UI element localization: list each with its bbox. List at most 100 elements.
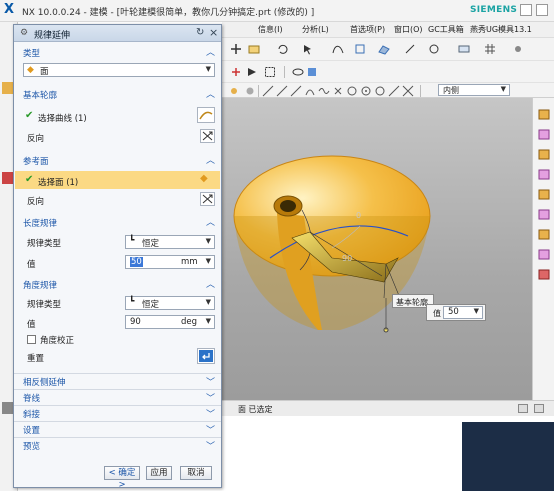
length-value-input[interactable]: 50 mm ▼ [125,255,215,269]
angle-law-type-select[interactable]: ┗ 恒定 ▼ [125,296,215,310]
angle-correction-checkbox[interactable] [27,335,36,344]
status-icon[interactable] [518,404,528,413]
menu-gc-toolbox[interactable]: GC工具箱 [428,24,464,35]
face-reverse-button[interactable] [200,192,215,206]
circle-icon[interactable] [346,85,358,97]
line-icon[interactable] [262,85,274,97]
menu-analysis[interactable]: 分析(L) [302,24,329,35]
menu-preferences[interactable]: 首选项(P) [350,24,385,35]
open-icon[interactable] [248,43,260,55]
angle-correction-label: 角度校正 [40,336,75,346]
face-icon[interactable]: ◆ [200,173,208,184]
angle-law-header[interactable]: 角度规律 ︿ [14,277,221,292]
menu-window[interactable]: 窗口(O) [394,24,423,35]
base-profile-label: 基本轮廓 [23,91,58,101]
line-icon[interactable] [290,85,302,97]
arrow-icon[interactable] [246,66,258,78]
view-cube-icon[interactable] [538,268,551,280]
reset-dialog-icon[interactable]: ↻ [196,27,204,38]
snap-point-icon[interactable] [228,85,240,97]
view-cube-icon[interactable] [538,108,551,120]
type-select[interactable]: ◆ 面 ▼ [23,63,215,77]
view-cube-icon[interactable] [538,128,551,140]
sketch-icon[interactable] [354,43,366,55]
length-value-text: 50 [130,257,143,267]
right-palette [532,98,554,400]
add-icon[interactable] [230,43,242,55]
view-cube-icon[interactable] [538,148,551,160]
undo-icon[interactable] [276,43,288,55]
curve-icon [199,111,213,120]
ok-button[interactable]: < 确定 > [104,466,140,490]
cancel-button[interactable]: 取消 [180,466,212,480]
value-callout-input[interactable]: 50 ▼ [443,306,483,319]
opposite-side-extension-section[interactable]: 相反侧延伸 ﹀ [14,373,221,389]
snap-icon[interactable] [230,66,242,78]
minimize-icon[interactable] [520,4,532,16]
select-curve-label[interactable]: 选择曲线 (1) [38,112,87,124]
app-title: NX 10.0.0.24 - 建模 - [叶轮建模很简单，教你几分钟搞定.prt… [22,8,315,18]
center-icon[interactable] [360,85,372,97]
layer-icon[interactable] [458,43,470,55]
view-icon[interactable] [292,66,304,78]
menu-yanxiu-mold[interactable]: 燕秀UG模具13.1 [470,24,532,35]
base-profile-callout-label: 基本轮廓 [396,298,428,307]
menu-info[interactable]: 信息(I) [258,24,283,35]
preview-section[interactable]: 预览 ﹀ [14,437,221,453]
length-law-type-select[interactable]: ┗ 恒定 ▼ [125,235,215,249]
ref-face-header[interactable]: 参考面 ︿ [14,153,221,168]
gear-icon[interactable]: ⚙ [20,28,28,38]
reset-button[interactable] [197,348,215,364]
view-cube-icon[interactable] [538,168,551,180]
apply-button[interactable]: 应用 [146,466,172,480]
base-profile-header[interactable]: 基本轮廓 ︿ [14,87,221,102]
profile-reverse-label: 反向 [27,134,45,144]
measure-icon[interactable] [428,43,440,55]
quadrant-icon[interactable] [374,85,386,97]
angle-value-text: 90 [130,317,141,327]
view-cube-icon[interactable] [538,248,551,260]
chevron-down-icon: ﹀ [205,410,215,420]
length-law-header[interactable]: 长度规律 ︿ [14,215,221,230]
miter-section[interactable]: 斜接 ﹀ [14,405,221,421]
edge-icon[interactable] [404,43,416,55]
intersect-icon[interactable] [402,85,414,97]
close-icon[interactable]: × [209,26,218,39]
arc-icon[interactable] [304,85,316,97]
shaded-cube-icon[interactable] [306,66,318,78]
curve-select-button[interactable] [197,107,215,123]
select-icon[interactable] [302,43,314,55]
curve-icon[interactable] [318,85,330,97]
curve-icon[interactable] [332,43,344,55]
settings-icon[interactable] [244,85,256,97]
angle-value-label: 值 [27,320,36,330]
value-callout: 值 50 ▼ [426,304,486,321]
dialog-titlebar[interactable]: ⚙ 规律延伸 ↻ × [14,25,221,42]
spine-section[interactable]: 脊线 ﹀ [14,389,221,405]
status-icon[interactable] [534,404,544,413]
maximize-icon[interactable] [536,4,548,16]
length-law-type-value: 恒定 [142,239,160,249]
settings-icon[interactable] [512,43,524,55]
view-cube-icon[interactable] [538,188,551,200]
surface-icon[interactable] [378,43,390,55]
settings-section[interactable]: 设置 ﹀ [14,421,221,437]
box-select-icon[interactable] [264,66,276,78]
point-icon[interactable] [332,85,344,97]
profile-reverse-button[interactable] [200,129,215,143]
chevron-down-icon: ﹀ [205,426,215,436]
line-icon[interactable] [276,85,288,97]
filter-select[interactable]: 内侧 ▼ [438,84,510,96]
line-icon[interactable] [388,85,400,97]
view-cube-icon[interactable] [538,208,551,220]
type-section-header[interactable]: 类型 ︿ [14,45,221,60]
reverse-direction-icon [202,194,213,204]
angle-dim-90: 90 [342,254,352,263]
view-cube-icon[interactable] [538,228,551,240]
graphics-window[interactable]: 0 90 基本轮廓 值 50 ▼ [222,98,532,400]
grid-icon[interactable] [484,43,496,55]
dialog-title: 规律延伸 [34,31,71,41]
chevron-up-icon: ︿ [205,218,215,228]
chevron-down-icon: ▼ [473,307,479,315]
angle-value-input[interactable]: 90 deg ▼ [125,315,215,329]
